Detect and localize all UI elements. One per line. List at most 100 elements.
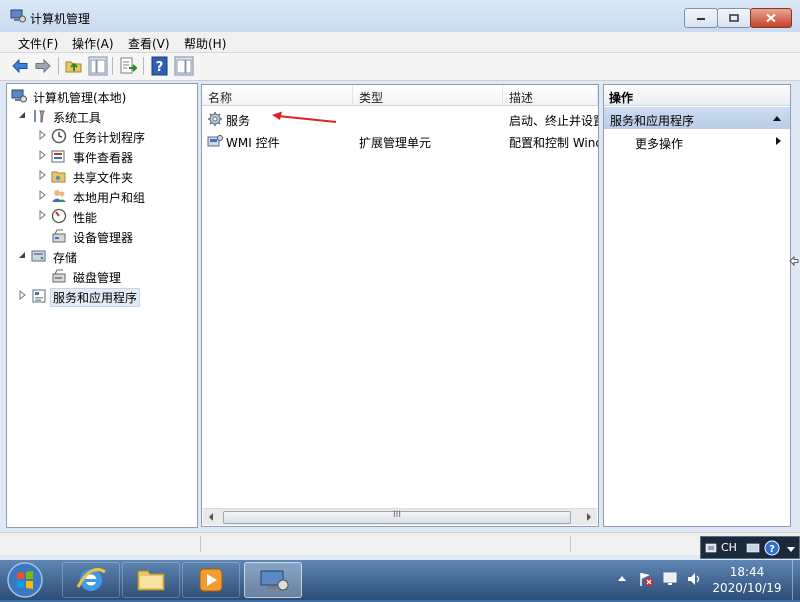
wmi-icon (207, 135, 223, 147)
actions-section-services-apps[interactable]: 服务和应用程序 (604, 107, 790, 129)
language-bar[interactable]: CH ? (700, 536, 800, 559)
tree-item-label: 事件查看器 (73, 151, 134, 165)
scroll-left-arrow-icon[interactable] (203, 509, 219, 525)
actions-pane: 操作 服务和应用程序 更多操作 (603, 84, 791, 527)
help-icon[interactable]: ? (764, 540, 780, 556)
title-bar[interactable]: 计算机管理 (0, 0, 800, 32)
svg-text:?: ? (156, 60, 164, 75)
export-list-icon[interactable] (118, 56, 138, 76)
menu-action[interactable]: 操作(A) (72, 35, 114, 52)
volume-icon[interactable] (686, 571, 702, 587)
system-clock[interactable]: 18:44 2020/10/19 (705, 564, 789, 596)
tree-item-label: 服务和应用程序 (49, 288, 141, 307)
media-player-icon (199, 568, 223, 592)
storage-icon (31, 250, 46, 262)
horizontal-scrollbar[interactable]: III (203, 508, 597, 525)
computer-management-icon (260, 570, 289, 591)
internet-explorer-icon (76, 568, 106, 591)
resize-handle-icon[interactable] (789, 255, 799, 267)
tree-item-label: 任务计划程序 (73, 131, 146, 145)
window-controls (684, 8, 792, 28)
back-arrow-icon[interactable] (10, 56, 30, 76)
column-header-label: 描述 (509, 91, 534, 105)
taskbar-computer-management[interactable] (244, 562, 302, 598)
up-folder-icon[interactable] (64, 56, 84, 76)
more-actions-item[interactable]: 更多操作 (604, 131, 790, 151)
minimize-icon (697, 18, 705, 20)
language-indicator[interactable]: CH (721, 541, 737, 554)
services-apps-icon (32, 289, 46, 303)
folder-icon (137, 570, 165, 591)
show-action-pane-icon[interactable] (174, 56, 194, 76)
windows-start-icon (7, 562, 43, 598)
expand-triangle-icon[interactable] (17, 290, 27, 300)
actions-header: 操作 (604, 85, 790, 106)
shared-folder-icon (51, 171, 66, 183)
show-desktop-button[interactable] (792, 560, 800, 600)
menu-help[interactable]: 帮助(H) (184, 35, 226, 52)
menu-bar: 文件(F) 操作(A) 查看(V) 帮助(H) (0, 32, 800, 53)
computer-management-window: 计算机管理 文件(F) 操作(A) 查看(V) 帮助(H) ? 计算机管理(本地… (0, 0, 800, 560)
cell-description: 启动、终止并设置 (509, 114, 598, 128)
maximize-icon (729, 14, 739, 22)
column-header-label: 名称 (208, 91, 233, 105)
column-header-description[interactable]: 描述 (503, 85, 598, 105)
computer-management-icon (11, 89, 27, 103)
tree-item-label: 设备管理器 (73, 231, 134, 245)
taskbar-internet-explorer[interactable] (62, 562, 120, 598)
more-actions-label: 更多操作 (635, 137, 684, 151)
list-item-services[interactable]: 服务 启动、终止并设置 (202, 109, 598, 129)
minimize-button[interactable] (684, 8, 718, 28)
maximize-button[interactable] (717, 8, 751, 28)
network-icon[interactable] (662, 571, 678, 587)
close-icon (766, 13, 776, 23)
menu-view[interactable]: 查看(V) (128, 35, 170, 52)
window-title: 计算机管理 (30, 12, 91, 26)
tree-item-label: 计算机管理(本地) (33, 91, 127, 105)
start-button[interactable] (5, 561, 45, 599)
actions-title: 操作 (609, 91, 634, 105)
results-list: 名称 类型 描述 服务 启动、终止并设置 WMI 控件 扩展管理单元 配置和控制… (201, 84, 599, 527)
tree-item-label: 性能 (73, 211, 98, 225)
status-bar-divider (570, 536, 571, 552)
status-bar (0, 532, 800, 555)
show-hide-tree-icon[interactable] (88, 56, 108, 76)
taskbar-file-explorer[interactable] (122, 562, 180, 598)
svg-text:?: ? (769, 544, 775, 555)
list-item-wmi-control[interactable]: WMI 控件 扩展管理单元 配置和控制 Windo (202, 131, 598, 151)
cell-description: 配置和控制 Windo (509, 136, 598, 150)
expand-triangle-icon[interactable] (37, 150, 47, 160)
show-hidden-icons-icon[interactable] (617, 574, 627, 584)
status-bar-divider (200, 536, 201, 552)
language-bar-options-icon[interactable] (786, 544, 796, 554)
users-icon (52, 190, 66, 202)
cell-type: 扩展管理单元 (359, 136, 432, 150)
tools-icon (34, 110, 45, 123)
expand-triangle-icon[interactable] (37, 190, 47, 200)
collapse-triangle-icon[interactable] (17, 110, 27, 120)
clock-time: 18:44 (729, 565, 765, 579)
expand-triangle-icon[interactable] (37, 130, 47, 140)
computer-management-icon (10, 9, 26, 23)
gear-icon (208, 112, 222, 126)
close-button[interactable] (750, 8, 792, 28)
menu-file[interactable]: 文件(F) (18, 35, 58, 52)
device-manager-icon (52, 229, 66, 243)
forward-arrow-icon[interactable] (33, 56, 53, 76)
collapse-triangle-icon[interactable] (17, 250, 27, 260)
collapse-up-icon[interactable] (772, 114, 782, 122)
scroll-right-arrow-icon[interactable] (581, 509, 597, 525)
scrollbar-thumb[interactable]: III (223, 510, 571, 524)
tree-item-label: 共享文件夹 (73, 171, 134, 185)
expand-triangle-icon[interactable] (37, 210, 47, 220)
help-icon[interactable]: ? (150, 56, 170, 76)
actions-section-label: 服务和应用程序 (610, 114, 695, 128)
tree-item-label: 存储 (53, 251, 78, 265)
keyboard-settings-icon[interactable] (746, 541, 760, 555)
column-header-type[interactable]: 类型 (353, 85, 503, 105)
scrollbar-grip: III (393, 510, 401, 520)
expand-triangle-icon[interactable] (37, 170, 47, 180)
taskbar-media-player[interactable] (182, 562, 240, 598)
action-center-flag-icon[interactable] (638, 571, 654, 587)
column-header-name[interactable]: 名称 (202, 85, 353, 105)
